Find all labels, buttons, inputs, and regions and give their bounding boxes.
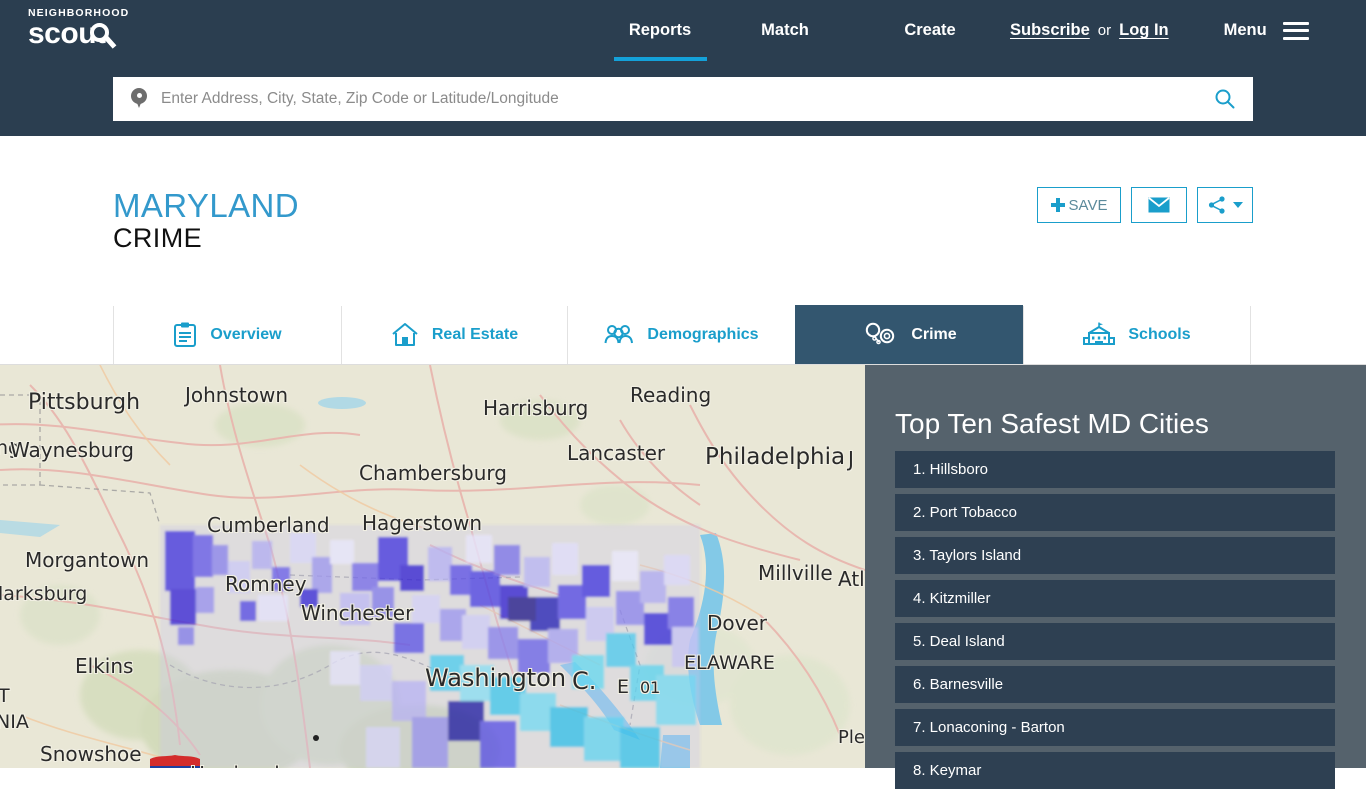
map-place-label: NIA — [0, 711, 29, 733]
map-place-label: C. — [572, 667, 597, 695]
list-item[interactable]: 2. Port Tobacco — [895, 494, 1335, 531]
auth-links: Subscribe or Log In — [1010, 0, 1169, 61]
top-navigation-bar: NEIGHBORHOOD scout Reports Match Create … — [0, 0, 1366, 61]
subscribe-link[interactable]: Subscribe — [1010, 21, 1090, 40]
primary-nav-links: Reports Match Create Subscribe or Log In… — [605, 0, 1309, 61]
safest-cities-list: 1. Hillsboro 2. Port Tobacco 3. Taylors … — [895, 451, 1335, 795]
map-place-label: Harrisonburg — [190, 762, 320, 768]
map-place-label: larksburg — [0, 583, 88, 605]
list-item[interactable]: 5. Deal Island — [895, 623, 1335, 660]
map-place-label: Johnstown — [185, 383, 289, 407]
search-box[interactable] — [113, 77, 1253, 121]
menu-label: Menu — [1223, 21, 1267, 39]
tab-demographics[interactable]: Demographics — [567, 306, 795, 364]
hamburger-icon[interactable] — [1282, 21, 1309, 40]
map-place-label: Pittsburgh — [28, 390, 141, 415]
map-place-label: Winchester — [301, 601, 414, 625]
save-button-label: SAVE — [1068, 196, 1108, 214]
map-place-label: Dover — [707, 611, 767, 635]
tab-overview[interactable]: Overview — [113, 306, 341, 364]
logo-main-word: scout — [28, 17, 106, 50]
search-bar-region — [0, 61, 1366, 136]
chevron-down-icon[interactable] — [1232, 202, 1243, 208]
map-place-label: Cumberland — [207, 513, 330, 537]
handcuffs-icon — [862, 322, 898, 348]
map-place-label: Elkins — [75, 654, 134, 678]
map-place-label: Washington — [425, 664, 567, 692]
share-button[interactable] — [1197, 187, 1253, 223]
tab-label-real-estate: Real Estate — [431, 326, 519, 343]
map-place-label: ELAWARE — [684, 652, 775, 674]
page-title-section: CRIME — [113, 223, 202, 253]
nav-item-match[interactable]: Match — [715, 0, 855, 61]
panel-title: Top Ten Safest MD Cities — [895, 408, 1209, 439]
tab-schools[interactable]: Schools — [1023, 306, 1251, 364]
map-place-label: Chambersburg — [359, 461, 507, 485]
map-place-label: 01 — [640, 678, 661, 697]
share-icon — [1208, 196, 1225, 214]
nav-label-reports: Reports — [628, 21, 692, 39]
search-input[interactable] — [161, 79, 1197, 119]
nav-item-reports[interactable]: Reports — [605, 0, 715, 61]
page-title-state: MARYLAND — [113, 187, 299, 224]
auth-separator: or — [1097, 22, 1112, 39]
map-place-label: J — [848, 447, 854, 471]
tab-label-schools: Schools — [1128, 326, 1191, 343]
map-place-label: Morgantown — [25, 548, 150, 572]
school-icon — [1083, 322, 1116, 348]
list-item[interactable]: 6. Barnesville — [895, 666, 1335, 703]
site-logo[interactable]: NEIGHBORHOOD scout — [28, 8, 148, 54]
list-item[interactable]: 4. Kitzmiller — [895, 580, 1335, 617]
location-pin-icon — [131, 88, 147, 110]
crime-map[interactable]: 70·76 Please wait, loading your map... P… — [0, 365, 865, 768]
map-place-label: Snowshoe — [40, 742, 142, 766]
map-place-label: Hagerstown — [362, 511, 483, 535]
map-place-label: Lancaster — [567, 441, 666, 465]
tab-crime[interactable]: Crime — [795, 305, 1023, 364]
search-submit-button[interactable] — [1197, 77, 1253, 121]
nav-label-create: Create — [904, 21, 956, 39]
map-place-label: T — [0, 685, 10, 707]
search-icon — [1215, 89, 1235, 109]
map-place-label: Atla — [838, 567, 865, 591]
map-place-label: Harrisburg — [483, 396, 589, 420]
people-icon — [604, 324, 634, 346]
list-item[interactable]: 8. Keymar — [895, 752, 1335, 789]
list-item[interactable]: 7. Lonaconing - Barton — [895, 709, 1335, 746]
tab-label-overview: Overview — [210, 326, 282, 343]
nav-item-create[interactable]: Create — [855, 0, 1005, 61]
clipboard-icon — [173, 322, 197, 348]
email-button[interactable] — [1131, 187, 1187, 223]
list-item[interactable]: 3. Taylors Island — [895, 537, 1335, 574]
report-header: MARYLAND CRIME SAVE — [0, 136, 1366, 306]
map-place-label: Romney — [225, 572, 307, 596]
map-place-label: E — [617, 676, 630, 698]
map-place-label: Waynesburg — [10, 438, 134, 462]
map-place-label: Reading — [630, 383, 712, 407]
envelope-icon — [1148, 197, 1170, 213]
plus-icon — [1050, 198, 1065, 212]
report-tab-bar: Overview Real Estate Demographics Crime … — [0, 305, 1366, 365]
tab-label-crime: Crime — [911, 325, 957, 343]
login-link[interactable]: Log In — [1119, 21, 1168, 40]
map-city-dot — [313, 735, 319, 741]
report-actions: SAVE — [1037, 187, 1253, 223]
save-button[interactable]: SAVE — [1037, 187, 1121, 223]
nav-label-match: Match — [761, 21, 809, 39]
map-place-label: Millville — [758, 561, 833, 585]
house-icon — [391, 322, 419, 348]
tab-real-estate[interactable]: Real Estate — [341, 306, 567, 364]
map-place-label: Pleas — [838, 727, 865, 748]
map-place-label: Philadelphia — [705, 444, 846, 470]
list-item[interactable]: 1. Hillsboro — [895, 451, 1335, 488]
menu-button[interactable]: Menu — [1224, 0, 1309, 61]
tab-label-demographics: Demographics — [647, 326, 759, 343]
